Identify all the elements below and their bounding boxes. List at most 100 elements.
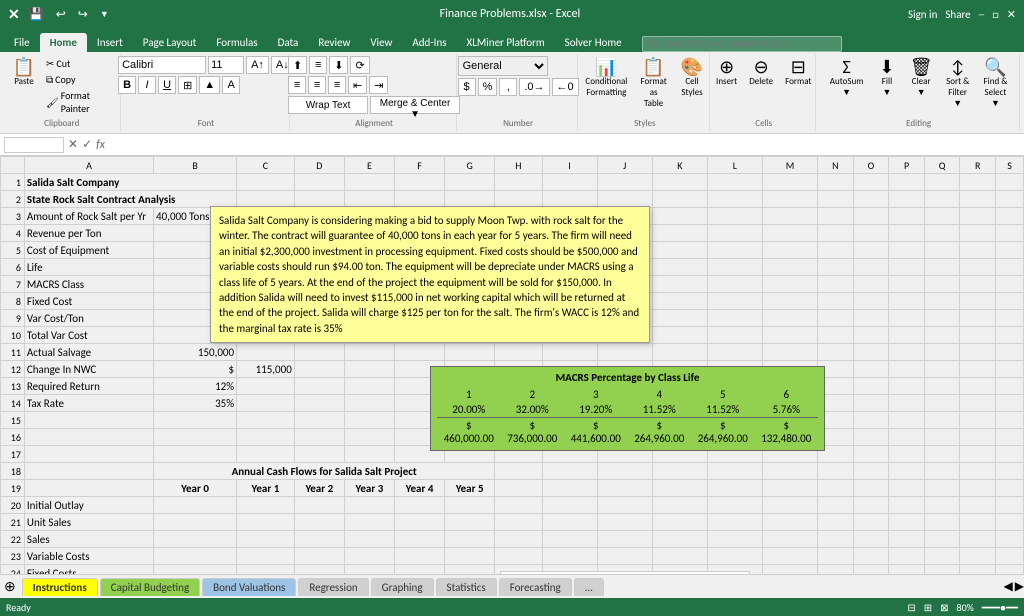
col-header-q[interactable]: Q (924, 157, 960, 174)
insert-cell-button[interactable]: ⊕ Insert (712, 56, 741, 89)
tab-page-layout[interactable]: Page Layout (133, 33, 207, 52)
wrap-text-button[interactable]: Wrap Text (288, 96, 368, 114)
align-middle-button[interactable]: ≡ (309, 56, 327, 74)
cell-f19[interactable]: Year 4 (395, 480, 445, 497)
formula-bar-fx-icon[interactable]: fx (96, 138, 105, 152)
cell-a11[interactable]: Actual Salvage (24, 344, 153, 361)
decrease-decimal-button[interactable]: ←0 (552, 78, 579, 96)
tab-formulas[interactable]: Formulas (206, 33, 267, 52)
zoom-slider[interactable]: ━━━●━━ (982, 601, 1018, 614)
quick-access-dropdown[interactable]: ▼ (97, 8, 112, 21)
cell-a10[interactable]: Total Var Cost (24, 327, 153, 344)
formula-bar-check-icon[interactable]: ✓ (82, 137, 92, 152)
cell-a3[interactable]: Amount of Rock Salt per Yr (24, 208, 153, 225)
add-sheet-button[interactable]: ⊕ (4, 578, 16, 595)
cell-a12[interactable]: Change In NWC (24, 361, 153, 378)
format-cell-button[interactable]: ⊟ Format (781, 56, 815, 89)
normal-view-icon[interactable]: ⊟ (907, 601, 915, 614)
cell-a5[interactable]: Cost of Equipment (24, 242, 153, 259)
cut-button[interactable]: ✂ Cut (42, 56, 114, 71)
tab-data[interactable]: Data (268, 33, 309, 52)
font-color-button[interactable]: A (222, 76, 240, 94)
close-button[interactable]: ✕ (1007, 8, 1016, 21)
quick-access-redo[interactable]: ↪ (75, 6, 91, 23)
tab-home[interactable]: Home (40, 33, 87, 52)
col-header-r[interactable]: R (960, 157, 996, 174)
increase-font-button[interactable]: A↑ (246, 56, 269, 74)
signin-button[interactable]: Sign in (908, 8, 937, 21)
tab-file[interactable]: File (4, 33, 40, 52)
cell-a7[interactable]: MACRS Class (24, 276, 153, 293)
formula-input[interactable] (109, 138, 1020, 152)
col-header-k[interactable]: K (652, 157, 707, 174)
indent-increase-button[interactable]: ⇥ (369, 76, 388, 94)
comma-button[interactable]: , (499, 78, 517, 96)
name-box[interactable] (4, 137, 64, 153)
minimize-button[interactable]: ─ (979, 8, 985, 21)
col-header-p[interactable]: P (889, 157, 925, 174)
col-header-d[interactable]: D (294, 157, 344, 174)
align-bottom-button[interactable]: ⬇ (329, 56, 348, 74)
cell-e19[interactable]: Year 3 (344, 480, 394, 497)
italic-button[interactable]: I (138, 76, 156, 94)
copy-button[interactable]: ⧉ Copy (42, 72, 114, 87)
page-layout-icon[interactable]: ⊞ (924, 601, 932, 614)
cell-b18[interactable]: Annual Cash Flows for Salida Salt Projec… (154, 463, 495, 480)
quick-access-save[interactable]: 💾 (26, 6, 47, 23)
page-break-icon[interactable]: ⊠ (940, 601, 948, 614)
cell-b11[interactable]: 150,000 (154, 344, 237, 361)
tab-instructions[interactable]: Instructions (22, 578, 98, 596)
tab-forecasting[interactable]: Forecasting (499, 578, 572, 596)
underline-button[interactable]: U (158, 76, 176, 94)
align-left-button[interactable]: ≡ (288, 76, 306, 94)
cell-a2[interactable]: State Rock Salt Contract Analysis (24, 191, 236, 208)
scroll-right-icon[interactable]: ▶ (1015, 579, 1024, 594)
font-size-input[interactable] (208, 56, 244, 74)
cell-d19[interactable]: Year 2 (294, 480, 344, 497)
cell-b14[interactable]: 35% (154, 395, 237, 412)
col-header-s[interactable]: S (996, 157, 1024, 174)
cell-b13[interactable]: 12% (154, 378, 237, 395)
number-format-select[interactable]: General Number Currency (458, 56, 548, 76)
tab-xlminer[interactable]: XLMiner Platform (457, 33, 555, 52)
cell-c12[interactable]: 115,000 (237, 361, 295, 378)
format-as-table-button[interactable]: 📋 Format asTable (633, 56, 674, 111)
orientation-button[interactable]: ⟳ (350, 56, 369, 74)
cell-b19[interactable]: Year 0 (154, 480, 237, 497)
cell-g19[interactable]: Year 5 (445, 480, 495, 497)
bold-button[interactable]: B (118, 76, 136, 94)
indent-decrease-button[interactable]: ⇤ (348, 76, 367, 94)
cell-a8[interactable]: Fixed Cost (24, 293, 153, 310)
autosum-button[interactable]: Σ AutoSum ▼ (824, 56, 869, 100)
conditional-formatting-button[interactable]: 📊 ConditionalFormatting (583, 56, 629, 100)
cell-a13[interactable]: Required Return (24, 378, 153, 395)
font-name-input[interactable] (118, 56, 206, 74)
col-header-j[interactable]: J (597, 157, 652, 174)
cell-c19[interactable]: Year 1 (237, 480, 295, 497)
tab-addins[interactable]: Add-Ins (402, 33, 456, 52)
tab-solver[interactable]: Solver Home (555, 33, 632, 52)
tab-more[interactable]: ... (574, 578, 604, 596)
col-header-o[interactable]: O (853, 157, 889, 174)
tab-view[interactable]: View (360, 33, 402, 52)
col-header-f[interactable]: F (395, 157, 445, 174)
tab-bond-valuations[interactable]: Bond Valuations (202, 578, 296, 596)
col-header-b[interactable]: B (154, 157, 237, 174)
col-header-n[interactable]: N (818, 157, 854, 174)
col-header-c[interactable]: C (237, 157, 295, 174)
border-button[interactable]: ⊞ (178, 76, 197, 94)
tab-insert[interactable]: Insert (87, 33, 133, 52)
cell-a6[interactable]: Life (24, 259, 153, 276)
cell-b12[interactable]: $ (154, 361, 237, 378)
tab-review[interactable]: Review (308, 33, 360, 52)
cell-a1[interactable]: Salida Salt Company (24, 174, 236, 191)
align-center-button[interactable]: ≡ (308, 76, 326, 94)
merge-center-button[interactable]: Merge & Center ▼ (370, 96, 460, 114)
align-top-button[interactable]: ⬆ (288, 56, 307, 74)
tab-capital-budgeting[interactable]: Capital Budgeting (100, 578, 200, 596)
delete-cell-button[interactable]: ⊖ Delete (745, 56, 777, 89)
clear-button[interactable]: 🗑 Clear ▼ (905, 56, 937, 100)
maximize-button[interactable]: □ (992, 8, 999, 21)
format-painter-button[interactable]: 🖌 Format Painter (42, 88, 114, 116)
col-header-a[interactable]: A (24, 157, 153, 174)
